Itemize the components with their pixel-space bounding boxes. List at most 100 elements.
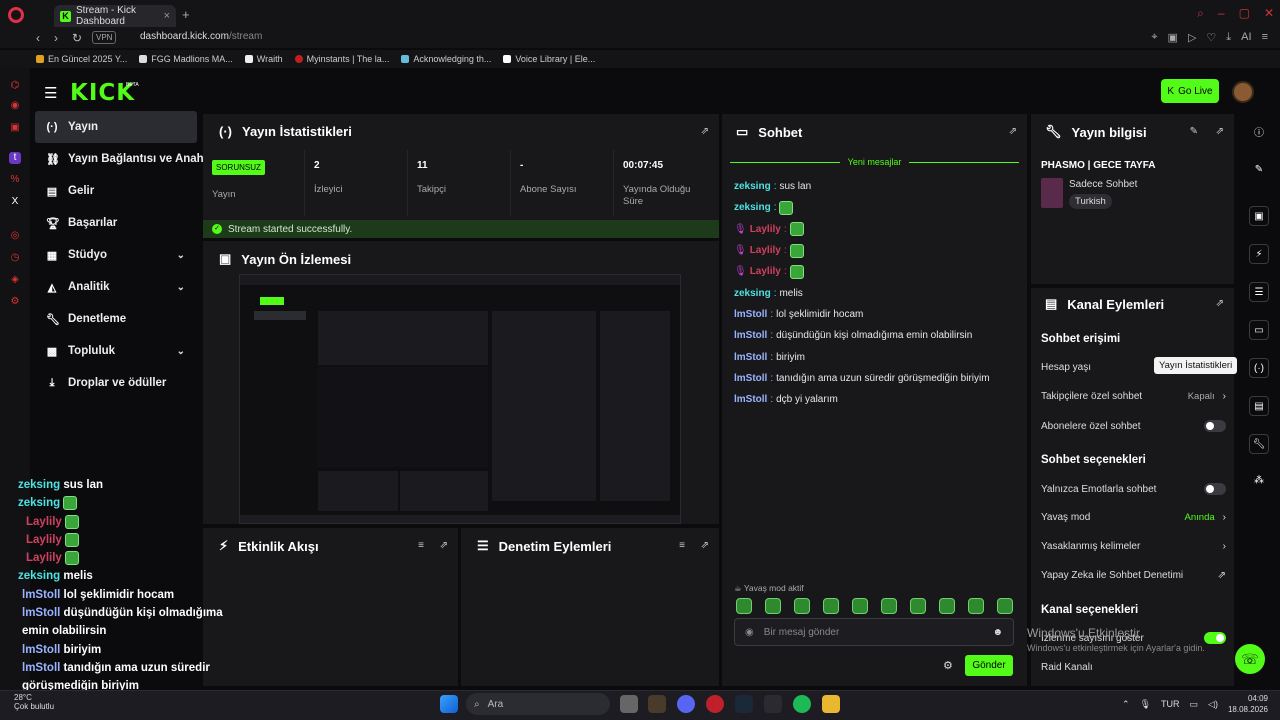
- search-tabs-icon[interactable]: ⌕: [1197, 6, 1204, 21]
- chat-username[interactable]: lmStoll: [734, 373, 767, 384]
- emote-button[interactable]: [910, 598, 926, 614]
- chat-username[interactable]: lmStoll: [734, 352, 767, 363]
- player-icon[interactable]: ◎: [9, 230, 21, 242]
- url-field[interactable]: dashboard.kick.com/stream: [140, 31, 262, 42]
- chevron-up-icon[interactable]: ⌃: [1122, 699, 1130, 710]
- nav-item-drops[interactable]: ⤓ Droplar ve ödüller: [35, 367, 197, 399]
- edit-pencil-icon[interactable]: ✎: [1190, 126, 1198, 137]
- popout-icon[interactable]: ⇗: [1216, 298, 1224, 309]
- chat-username[interactable]: zeksing: [734, 288, 771, 299]
- popout-icon[interactable]: ⇗: [440, 540, 448, 551]
- percent-icon[interactable]: %: [9, 174, 21, 186]
- aria-icon[interactable]: ⌬: [9, 80, 21, 92]
- ai-moderation-row[interactable]: Yapay Zeka ile Sohbet Denetimi ⇗: [1041, 570, 1226, 581]
- nav-item-revenue[interactable]: ▤ Gelir: [35, 175, 197, 207]
- maximize-icon[interactable]: ▢: [1239, 6, 1250, 21]
- edit-icon[interactable]: ✎: [1249, 159, 1269, 179]
- nav-item-stream[interactable]: (·) Yayın: [35, 111, 197, 143]
- go-live-button[interactable]: K Go Live: [1161, 79, 1219, 103]
- new-tab-icon[interactable]: +: [182, 7, 190, 22]
- heart-icon[interactable]: ♡: [1206, 31, 1216, 44]
- filter-icon[interactable]: ≡: [679, 540, 685, 551]
- minimize-icon[interactable]: –: [1218, 6, 1225, 21]
- emote-button[interactable]: [968, 598, 984, 614]
- bookmark[interactable]: Acknowledging th...: [401, 54, 491, 64]
- channel-widget-icon[interactable]: ▤: [1249, 396, 1269, 416]
- chat-username[interactable]: Laylily: [750, 245, 781, 256]
- emote-button[interactable]: [881, 598, 897, 614]
- nav-item-analytics[interactable]: ◭ Analitik ⌄: [35, 271, 197, 303]
- close-window-icon[interactable]: ✕: [1264, 6, 1274, 21]
- settings-icon[interactable]: ⚙: [9, 296, 21, 308]
- back-icon[interactable]: ‹: [36, 31, 40, 45]
- steam-icon[interactable]: [735, 695, 753, 713]
- list-widget-icon[interactable]: ☰: [1249, 282, 1269, 302]
- vpn-badge[interactable]: VPN: [92, 31, 117, 44]
- cube-icon[interactable]: ◈: [9, 274, 21, 286]
- menu-icon[interactable]: ≡: [1262, 31, 1268, 44]
- network-icon[interactable]: ▭: [1190, 699, 1199, 710]
- weather-widget[interactable]: 28°C Çok bulutlu: [14, 693, 54, 711]
- category-name[interactable]: Sadece Sohbet: [1069, 179, 1137, 190]
- task-view-icon[interactable]: [620, 695, 638, 713]
- language-indicator[interactable]: TUR: [1161, 699, 1180, 709]
- play-icon[interactable]: ▷: [1188, 31, 1196, 44]
- opera-taskbar-icon[interactable]: [706, 695, 724, 713]
- forward-icon[interactable]: ›: [54, 31, 58, 45]
- show-viewers-toggle[interactable]: [1204, 632, 1226, 644]
- followers-only-row[interactable]: Takipçilere özel sohbet Kapalı ›: [1041, 391, 1226, 402]
- help-headset-icon[interactable]: ☏: [1235, 644, 1265, 674]
- popout-icon[interactable]: ⇗: [701, 540, 709, 551]
- x-icon[interactable]: X: [9, 196, 21, 208]
- browser-tab[interactable]: K Stream - Kick Dashboard ×: [54, 5, 176, 27]
- bookmark[interactable]: FGG Madlions MA...: [139, 54, 233, 64]
- stream-preview-video[interactable]: [239, 274, 681, 524]
- emote-button[interactable]: [765, 598, 781, 614]
- chat-username[interactable]: zeksing: [734, 181, 771, 192]
- apps-icon[interactable]: ⁂: [1249, 470, 1269, 490]
- camera-icon[interactable]: ▣: [1168, 31, 1178, 44]
- badge-icon[interactable]: ◉: [745, 627, 754, 638]
- twitch-icon[interactable]: t: [9, 152, 21, 164]
- chat-widget-icon[interactable]: ▭: [1249, 320, 1269, 340]
- user-avatar[interactable]: [1232, 81, 1254, 103]
- taskbar-search[interactable]: ⌕ Ara: [466, 693, 610, 715]
- chat-settings-gear-icon[interactable]: ⚙: [943, 659, 953, 672]
- chat-username[interactable]: lmStoll: [734, 330, 767, 341]
- hamburger-menu-icon[interactable]: ☰: [44, 84, 57, 102]
- stats-widget-icon[interactable]: (·): [1249, 358, 1269, 378]
- bookmark[interactable]: Voice Library | Ele...: [503, 54, 595, 64]
- reload-icon[interactable]: ↻: [72, 31, 82, 45]
- filter-icon[interactable]: ≡: [418, 540, 424, 551]
- chat-username[interactable]: Laylily: [750, 224, 781, 235]
- app-icon[interactable]: [648, 695, 666, 713]
- clock[interactable]: 04:09 18.08.2026: [1228, 693, 1268, 715]
- discord-icon[interactable]: [677, 695, 695, 713]
- obs-icon[interactable]: [764, 695, 782, 713]
- emote-button[interactable]: [997, 598, 1013, 614]
- messenger-icon[interactable]: ◉: [9, 100, 21, 112]
- emote-only-toggle[interactable]: [1204, 483, 1226, 495]
- raid-channel-row[interactable]: Raid Kanalı: [1041, 662, 1226, 673]
- pin-icon[interactable]: ⌖: [1151, 31, 1157, 44]
- bookmark[interactable]: En Güncel 2025 Y...: [36, 54, 127, 64]
- start-icon[interactable]: [440, 695, 458, 713]
- nav-item-community[interactable]: ▩ Topluluk ⌄: [35, 335, 197, 367]
- nav-item-studio[interactable]: ▦ Stüdyo ⌄: [35, 239, 197, 271]
- wrench-widget-icon[interactable]: 🔧︎: [1249, 434, 1269, 454]
- ai-icon[interactable]: AI: [1241, 31, 1251, 44]
- popout-icon[interactable]: ⇗: [1216, 126, 1224, 137]
- spotify-icon[interactable]: [793, 695, 811, 713]
- slow-mode-row[interactable]: Yavaş mod Anında ›: [1041, 512, 1226, 523]
- banned-words-row[interactable]: Yasaklanmış kelimeler ›: [1041, 541, 1226, 552]
- subscribers-only-toggle[interactable]: [1204, 420, 1226, 432]
- bookmark[interactable]: Wraith: [244, 54, 283, 64]
- popout-icon[interactable]: ⇗: [701, 126, 709, 137]
- whatsapp-icon[interactable]: ▣: [9, 122, 21, 134]
- emote-button[interactable]: [939, 598, 955, 614]
- microphone-icon[interactable]: 🎙︎: [1140, 699, 1151, 710]
- info-icon[interactable]: ⓘ: [1249, 121, 1269, 141]
- chat-username[interactable]: lmStoll: [734, 309, 767, 320]
- emote-button[interactable]: [823, 598, 839, 614]
- emoji-icon[interactable]: ☻: [992, 627, 1003, 638]
